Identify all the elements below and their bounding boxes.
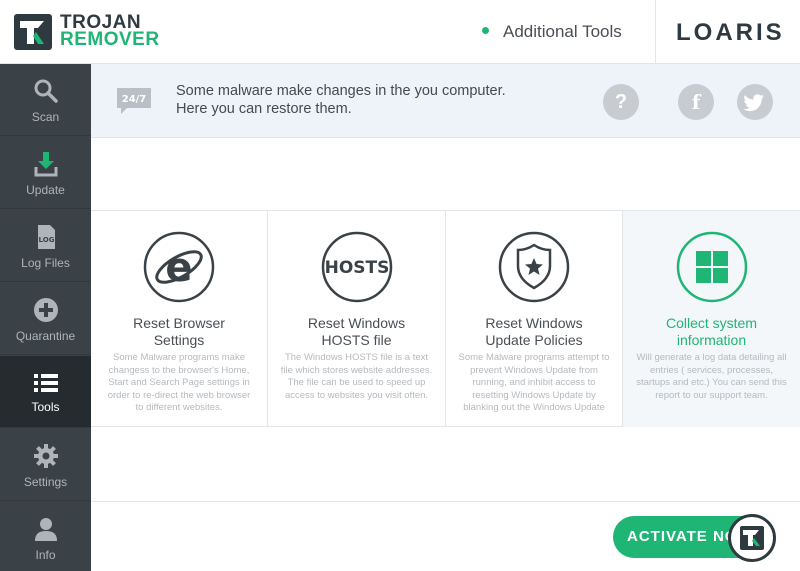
sidebar-item-info[interactable]: Info [0, 502, 91, 571]
sidebar-item-log-files[interactable]: LOG Log Files [0, 210, 91, 282]
tool-title: Reset Windows Update Policies [454, 315, 614, 349]
tool-description: Some Malware programs make changess to t… [107, 352, 251, 414]
badge-text: 24/7 [122, 94, 147, 105]
sidebar: Scan Update LOG Log Files Quarantine Too… [0, 64, 91, 571]
tool-title: Collect system information [631, 315, 792, 349]
tool-card-collect-info[interactable]: Collect system information Will generate… [623, 211, 800, 427]
tool-description: Will generate a log data detailing all e… [636, 352, 787, 401]
help-button[interactable]: ? [603, 84, 639, 120]
tool-title: Reset Windows HOSTS file [276, 315, 437, 349]
ie-browser-icon: e [143, 231, 215, 303]
tool-title: Reset Browser Settings [99, 315, 259, 349]
header-divider [655, 0, 656, 64]
footer-divider [91, 501, 800, 502]
svg-text:e: e [165, 245, 192, 291]
page-title: Additional Tools [482, 22, 622, 42]
search-icon [34, 79, 58, 103]
sidebar-item-label: Log Files [21, 256, 70, 270]
logo-line2: REMOVER [60, 29, 160, 50]
sidebar-item-label: Info [35, 548, 56, 562]
tool-title-line2: Update Policies [485, 332, 583, 348]
tool-title-line1: Reset Windows [485, 315, 583, 331]
loaris-brand: LOARIS [676, 19, 785, 46]
facebook-icon: f [691, 90, 701, 114]
sidebar-item-scan[interactable]: Scan [0, 64, 91, 136]
banner-line2: Here you can restore them. [176, 101, 352, 117]
hosts-icon: HOSTS [321, 231, 392, 303]
gear-icon [34, 444, 58, 468]
svg-text:LOG: LOG [39, 236, 55, 244]
plus-circle-icon [34, 298, 58, 322]
banner-message: Some malware make changes in the you com… [176, 82, 506, 118]
tool-title-line2: Settings [153, 332, 205, 348]
hosts-icon-text: HOSTS [324, 258, 389, 278]
tool-title-line2: information [676, 332, 747, 348]
sidebar-item-label: Scan [31, 110, 60, 124]
sidebar-item-quarantine[interactable]: Quarantine [0, 283, 91, 355]
tool-description: Some Malware programs attempt to prevent… [458, 352, 610, 414]
sidebar-item-label: Quarantine [15, 329, 76, 343]
tool-card-reset-browser[interactable]: e Reset Browser Settings Some Malware pr… [91, 211, 268, 427]
tool-card-reset-update-policies[interactable]: Reset Windows Update Policies Some Malwa… [446, 211, 623, 427]
support-247-icon: 24/7 [115, 86, 153, 114]
active-dot-icon [482, 27, 489, 35]
list-icon [34, 374, 58, 392]
tool-description: The Windows HOSTS file is a text file wh… [280, 352, 433, 401]
sidebar-item-settings[interactable]: Settings [0, 429, 91, 501]
info-banner: 24/7 Some malware make changes in the yo… [91, 64, 800, 138]
facebook-button[interactable]: f [678, 84, 714, 120]
shield-badge-icon [498, 231, 570, 303]
sidebar-item-label: Update [26, 183, 65, 197]
tool-title-line2: HOSTS file [321, 332, 392, 348]
tool-title-line1: Collect system [665, 315, 758, 331]
app-header: TROJAN REMOVER Additional Tools LOARIS [0, 0, 800, 64]
windows-icon [676, 231, 747, 303]
page-title-text: Additional Tools [503, 22, 622, 41]
tool-card-reset-hosts[interactable]: HOSTS Reset Windows HOSTS file The Windo… [268, 211, 446, 427]
user-icon [35, 518, 57, 541]
trojan-remover-badge-icon[interactable] [728, 514, 776, 562]
log-file-icon: LOG [38, 225, 55, 249]
banner-line1: Some malware make changes in the you com… [176, 83, 506, 99]
help-icon: ? [614, 91, 628, 113]
twitter-icon [743, 94, 764, 112]
sidebar-item-tools[interactable]: Tools [0, 356, 91, 428]
tool-title-line1: Reset Browser [133, 315, 225, 331]
sidebar-item-label: Tools [31, 400, 60, 414]
sidebar-item-label: Settings [23, 475, 68, 489]
download-icon [34, 152, 58, 177]
tool-title-line1: Reset Windows [307, 315, 406, 331]
sidebar-item-update[interactable]: Update [0, 137, 91, 209]
trojan-remover-logo: TROJAN REMOVER [14, 12, 164, 54]
twitter-button[interactable] [737, 84, 773, 120]
logo-mark [14, 14, 52, 50]
tools-grid: e Reset Browser Settings Some Malware pr… [91, 210, 800, 427]
